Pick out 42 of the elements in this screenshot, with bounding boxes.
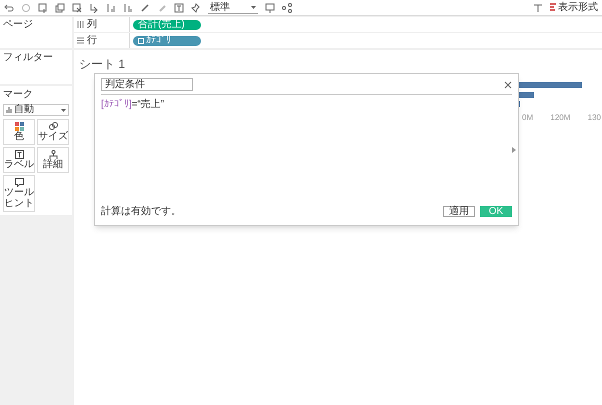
sheet-title: シート 1 <box>79 56 126 73</box>
mark-card[interactable]: ラベル <box>3 147 35 173</box>
share-icon[interactable] <box>282 2 292 12</box>
caret-icon <box>251 6 256 8</box>
text-box-icon <box>14 150 24 159</box>
new-sheet-icon[interactable] <box>38 2 48 12</box>
color-palette-icon <box>14 122 24 131</box>
sort-ascending-icon[interactable] <box>106 2 116 12</box>
bar-icon <box>6 107 12 113</box>
text-box-icon[interactable] <box>174 2 184 12</box>
mark-type-dropdown[interactable]: 自動 <box>3 104 69 116</box>
axis-label: 120M <box>550 112 570 124</box>
speech-bubble-icon <box>14 178 24 187</box>
mark-card[interactable]: サイズ <box>37 119 69 145</box>
fit-dropdown[interactable]: 標準 <box>208 2 258 14</box>
rows-icon <box>77 37 84 44</box>
duplicate-icon[interactable] <box>55 2 65 12</box>
caret-icon <box>61 108 66 112</box>
clear-sheet-icon[interactable] <box>72 2 82 12</box>
panel-title: マーク <box>3 89 34 101</box>
expand-arrow-icon[interactable] <box>512 147 516 153</box>
dimension-icon <box>138 38 144 44</box>
columns-icon <box>77 21 84 28</box>
shelf-label: 行 <box>87 34 97 46</box>
apply-button[interactable]: 適用 <box>443 206 475 217</box>
mark-card[interactable]: 色 <box>3 119 35 145</box>
status-message: 計算は有効です。 <box>101 204 181 219</box>
undo-icon[interactable] <box>4 2 14 12</box>
formula-editor[interactable]: [ｶﾃｺﾞﾘ]=“売上” <box>101 99 512 204</box>
axis-label: 0M <box>522 112 534 124</box>
presentation-icon[interactable] <box>265 2 275 12</box>
close-icon[interactable] <box>504 80 512 88</box>
panel-title: フィルター <box>3 52 54 64</box>
sort-descending-icon[interactable] <box>123 2 133 12</box>
mark-card[interactable]: 詳細 <box>37 147 69 173</box>
axis-label: 130 <box>588 112 601 124</box>
chart-icon <box>550 3 556 12</box>
show-me-button[interactable]: 表示形式 <box>550 2 598 14</box>
mark-card[interactable]: ツールヒント <box>3 175 35 212</box>
circles-icon <box>48 122 58 131</box>
shelf-label: 列 <box>87 18 97 30</box>
panel-title: ページ <box>3 19 34 31</box>
